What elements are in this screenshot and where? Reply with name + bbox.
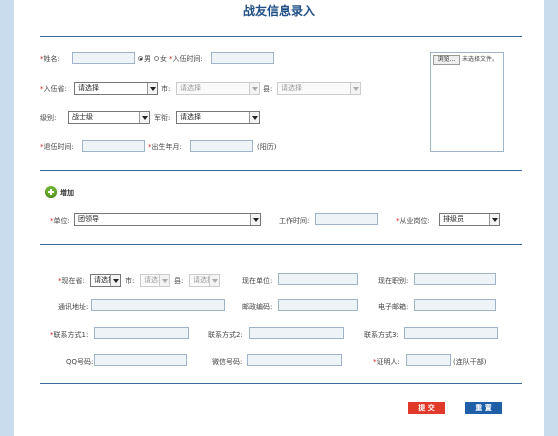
grade-select[interactable]: 战士级: [68, 111, 150, 124]
chevron-down-icon: [139, 112, 149, 123]
city-label: 市:: [161, 85, 171, 93]
birth-label: *出生年月:: [148, 143, 182, 151]
county-select[interactable]: 请选择: [277, 82, 361, 95]
enlist-time-input[interactable]: [211, 52, 274, 64]
no-file-text: 未选择文件。: [462, 56, 499, 63]
unit-select[interactable]: 团领导: [74, 213, 261, 226]
gender-female-radio[interactable]: [154, 56, 159, 61]
chevron-down-icon: [147, 83, 157, 94]
county-value: 请选择: [281, 84, 302, 92]
submit-button[interactable]: 提 交: [408, 402, 445, 414]
cur-title-label: 现在职别:: [378, 277, 409, 285]
contact3-input[interactable]: [404, 327, 498, 339]
retire-time-label: *退伍时间:: [40, 143, 74, 151]
chevron-down-icon: [249, 83, 259, 94]
address-label: 通讯地址:: [58, 303, 89, 311]
city-value: 请选择: [180, 84, 201, 92]
qq-input[interactable]: [94, 354, 187, 366]
enlist-time-label: *入伍时间:: [169, 55, 203, 63]
post-select[interactable]: 排级员: [439, 213, 500, 226]
form-panel: 战友信息录入 *姓名: 男 女 *入伍时间: 浏览... 未选择文件。 *入伍省…: [14, 0, 544, 436]
work-time-label: 工作时间:: [279, 217, 310, 225]
birth-input[interactable]: [190, 140, 253, 152]
rank-select[interactable]: 请选择: [176, 111, 260, 124]
divider-mid1: [40, 170, 522, 171]
witness-label: *证明人:: [373, 358, 400, 366]
contact3-label: 联系方式3:: [364, 331, 399, 339]
post-label: *从业岗位:: [396, 217, 430, 225]
add-label[interactable]: 增加: [60, 188, 74, 198]
email-label: 电子邮箱:: [378, 303, 409, 311]
qq-label: QQ号码:: [66, 358, 94, 366]
witness-note: (连队干部): [453, 358, 487, 366]
chevron-down-icon: [159, 275, 169, 286]
divider-bottom: [40, 383, 522, 384]
cur-city-label: 市:: [125, 277, 135, 285]
chevron-down-icon: [249, 112, 259, 123]
contact2-input[interactable]: [249, 327, 344, 339]
photo-upload-box: 浏览... 未选择文件。: [430, 52, 504, 152]
retire-time-input[interactable]: [82, 140, 145, 152]
gender-male-radio[interactable]: [138, 56, 143, 61]
name-input[interactable]: [72, 52, 135, 64]
zip-label: 邮政编码:: [242, 303, 273, 311]
reset-button[interactable]: 重 置: [465, 402, 502, 414]
chevron-down-icon: [489, 214, 499, 225]
grade-value: 战士级: [72, 113, 93, 121]
add-icon[interactable]: [45, 186, 57, 198]
gender-female-label: 女: [160, 55, 167, 63]
unit-label: *单位:: [50, 217, 70, 225]
unit-value: 团领导: [78, 215, 99, 223]
wechat-label: 微信号码:: [212, 358, 243, 366]
wechat-input[interactable]: [247, 354, 342, 366]
cur-city-select[interactable]: 请选择: [140, 274, 170, 287]
page-title: 战友信息录入: [242, 4, 315, 18]
cur-province-label: *现在省:: [58, 277, 85, 285]
contact1-label: *联系方式1:: [50, 331, 89, 339]
chevron-down-icon: [209, 275, 219, 286]
grade-label: 级别:: [40, 114, 57, 122]
cur-county-label: 县:: [174, 277, 184, 285]
enlist-province-label: *入伍省:: [40, 85, 67, 93]
zip-input[interactable]: [278, 299, 358, 311]
cur-title-input[interactable]: [414, 273, 496, 285]
city-select[interactable]: 请选择: [176, 82, 260, 95]
work-time-input[interactable]: [315, 213, 378, 225]
divider-mid2: [40, 244, 522, 245]
enlist-province-value: 请选择: [78, 84, 99, 92]
post-value: 排级员: [443, 215, 464, 223]
chevron-down-icon: [250, 214, 260, 225]
chevron-down-icon: [350, 83, 360, 94]
chevron-down-icon: [110, 275, 120, 286]
gender-male-label: 男: [144, 55, 151, 63]
name-label: *姓名:: [40, 55, 60, 63]
address-input[interactable]: [91, 299, 225, 311]
browse-button[interactable]: 浏览...: [433, 55, 460, 65]
cur-county-select[interactable]: 请选择: [189, 274, 220, 287]
contact2-label: 联系方式2:: [208, 331, 243, 339]
rank-value: 请选择: [180, 113, 201, 121]
witness-input[interactable]: [406, 354, 451, 366]
rank-label: 军衔:: [154, 114, 171, 122]
email-input[interactable]: [414, 299, 496, 311]
divider-top: [40, 36, 522, 37]
county-label: 县:: [263, 85, 273, 93]
contact1-input[interactable]: [94, 327, 189, 339]
birth-note: (阳历): [257, 143, 277, 151]
enlist-province-select[interactable]: 请选择: [74, 82, 158, 95]
cur-unit-input[interactable]: [278, 273, 358, 285]
cur-unit-label: 现在单位:: [242, 277, 273, 285]
cur-province-select[interactable]: 请选择: [90, 274, 121, 287]
